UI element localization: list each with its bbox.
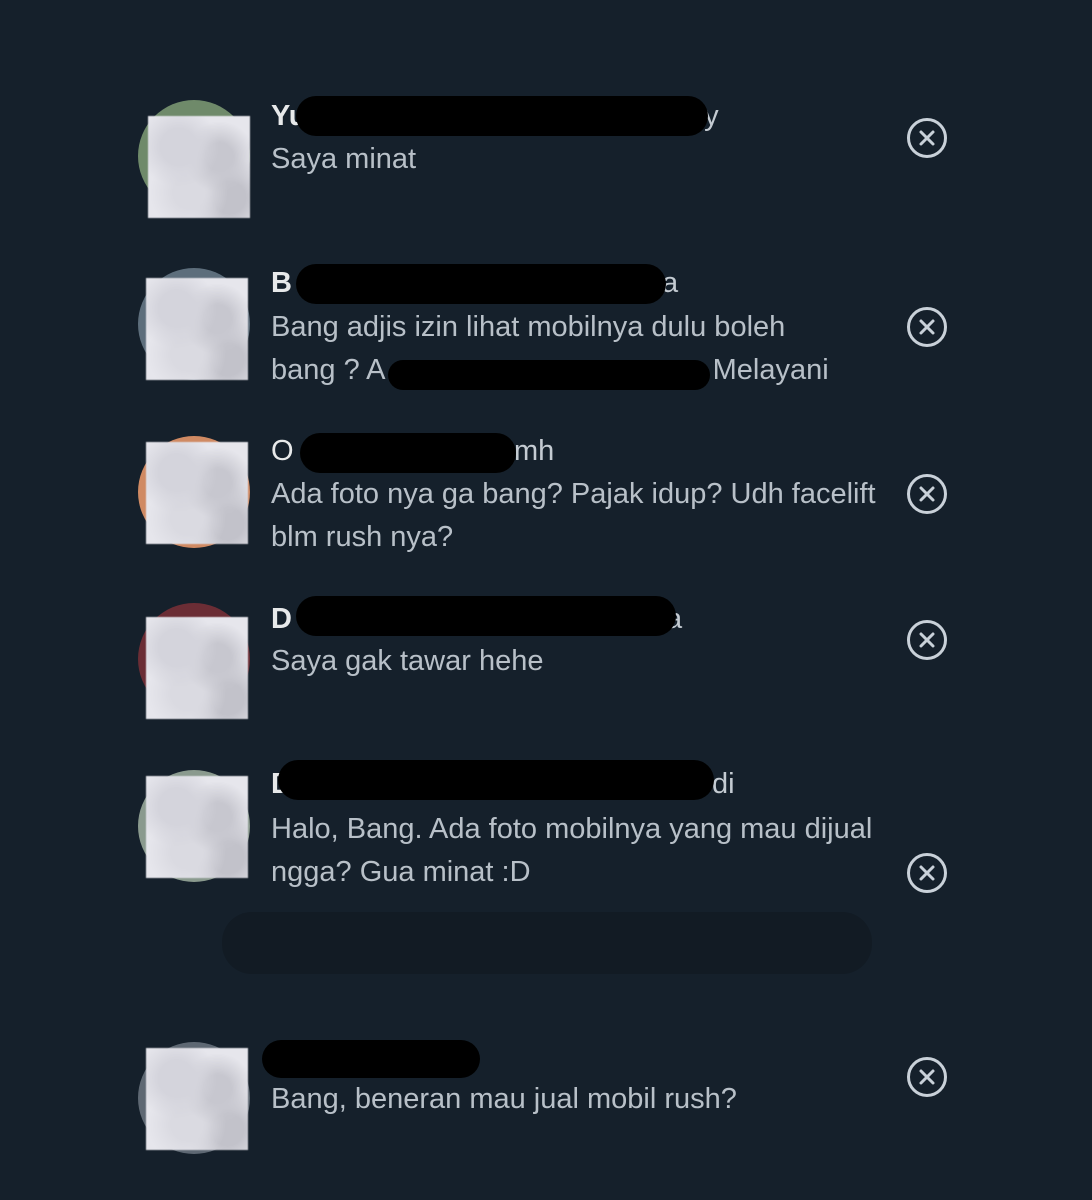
message-line-2-start: bang ? A [271,354,386,386]
avatar[interactable] [138,603,250,719]
avatar[interactable] [138,268,250,380]
avatar[interactable] [138,436,250,548]
avatar-blur [146,442,248,544]
redaction-bar [296,596,676,636]
redaction-bar [388,360,710,390]
redaction-bar [262,1040,480,1078]
redaction-bar [296,264,666,304]
close-icon [919,486,935,502]
remove-reply-button[interactable] [907,853,947,893]
message-line-1: Bang adjis izin lihat mobilnya dulu bole… [271,311,786,343]
avatar[interactable] [138,770,250,882]
reply-author-name[interactable]: O [271,435,294,468]
close-icon [919,1069,935,1085]
avatar-blur [148,116,250,218]
avatar-blur [146,776,248,878]
remove-reply-button[interactable] [907,118,947,158]
name-end: di [712,768,735,800]
name-start: B [271,267,292,299]
redaction-bar [300,433,516,473]
reply-message: Saya gak tawar hehe [271,645,544,677]
reply-message: Ada foto nya ga bang? Pajak idup? Udh fa… [271,478,876,553]
reply-message: Halo, Bang. Ada foto mobilnya yang mau d… [271,813,873,888]
name-end: mh [514,435,555,467]
message-line-2-end: . Melayani [696,354,829,386]
close-icon [919,319,935,335]
replies-screen: Yu uy Saya minat B a Bang adjis izin lih… [0,0,1092,1200]
remove-reply-button[interactable] [907,620,947,660]
avatar-blur [146,278,248,380]
reply-author-name[interactable]: D [271,603,292,636]
reply-author-name[interactable]: B [271,267,292,300]
close-icon [919,632,935,648]
avatar[interactable] [138,1042,250,1154]
reply-message: Bang, beneran mau jual mobil rush? [271,1083,737,1115]
name-start: D [271,603,292,635]
name-start: O [271,435,294,467]
close-icon [919,865,935,881]
remove-reply-button[interactable] [907,474,947,514]
reply-message: Saya minat [271,143,417,175]
close-icon [919,130,935,146]
redaction-bar [296,96,708,136]
avatar[interactable] [138,100,250,218]
avatar-blur [146,1048,248,1150]
hidden-content-bar [222,912,872,974]
redaction-bar [278,760,714,800]
avatar-blur [146,617,248,719]
remove-reply-button[interactable] [907,1057,947,1097]
remove-reply-button[interactable] [907,307,947,347]
